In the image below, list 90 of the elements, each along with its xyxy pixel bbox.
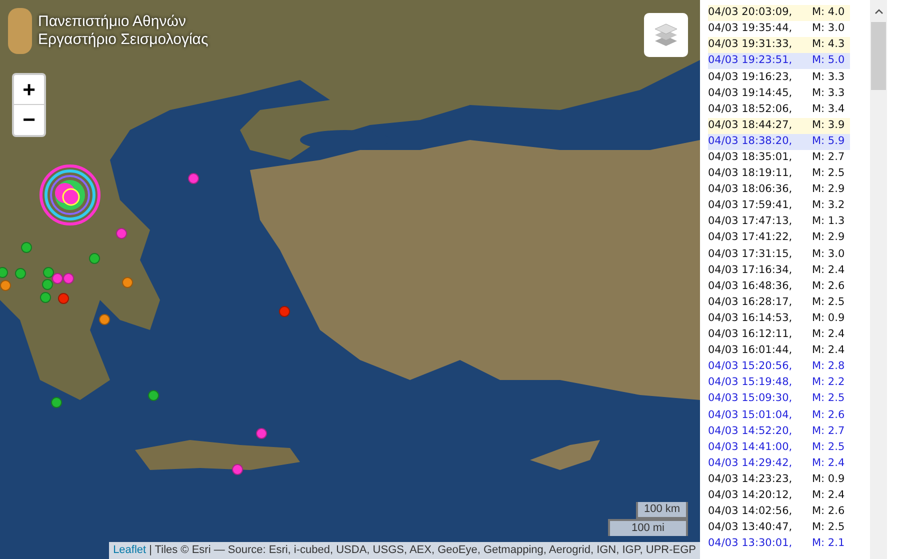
event-magnitude[interactable]: M: 2.4 <box>812 262 845 278</box>
attribution-text: | Tiles © Esri — Source: Esri, i-cubed, USDA, USGS, AEX, GeoEye, Getmapping, Aerogrid, IGN, IGP, UPR-EGP <box>149 543 696 558</box>
event-magnitude[interactable]: M: 2.6 <box>812 278 845 295</box>
event-time[interactable]: 04/03 18:44:27, <box>708 118 812 134</box>
earthquake-marker[interactable] <box>51 397 62 408</box>
event-time[interactable]: 04/03 15:09:30, <box>708 391 812 408</box>
layers-icon <box>653 22 679 48</box>
event-time[interactable]: 04/03 19:23:51, <box>708 53 812 70</box>
event-time[interactable]: 04/03 14:20:12, <box>708 488 812 504</box>
event-magnitude[interactable]: M: 2.6 <box>812 408 845 424</box>
event-time[interactable]: 04/03 16:48:36, <box>708 278 812 295</box>
earthquake-marker[interactable] <box>279 306 290 317</box>
event-time[interactable]: 04/03 14:02:56, <box>708 504 812 520</box>
event-time[interactable]: 04/03 16:12:11, <box>708 327 812 343</box>
scrollbar[interactable] <box>870 0 887 559</box>
event-time[interactable]: 04/03 15:01:04, <box>708 408 812 424</box>
event-time[interactable]: 04/03 19:16:23, <box>708 70 812 86</box>
event-magnitude[interactable]: M: 2.7 <box>812 424 845 440</box>
event-time[interactable]: 04/03 13:40:47, <box>708 520 812 536</box>
event-time[interactable]: 04/03 14:29:42, <box>708 456 812 472</box>
event-time[interactable]: 04/03 18:19:11, <box>708 166 812 182</box>
event-magnitude[interactable]: M: 3.0 <box>812 246 845 262</box>
event-magnitude[interactable]: M: 2.5 <box>812 520 845 536</box>
event-time[interactable]: 04/03 19:31:33, <box>708 37 812 54</box>
event-magnitude[interactable]: M: 2.4 <box>812 327 845 343</box>
event-magnitude[interactable]: M: 2.7 <box>812 150 845 166</box>
event-time[interactable]: 04/03 15:19:48, <box>708 375 812 392</box>
event-magnitude[interactable]: M: 2.5 <box>812 440 845 456</box>
event-magnitude[interactable]: M: 3.3 <box>812 70 845 86</box>
event-magnitude[interactable]: M: 2.5 <box>812 166 845 182</box>
event-time[interactable]: 04/03 13:30:01, <box>708 536 812 552</box>
scroll-up-icon[interactable] <box>874 8 882 14</box>
scrollbar-thumb[interactable] <box>871 22 886 90</box>
event-time[interactable]: 04/03 17:31:15, <box>708 246 812 262</box>
event-magnitude[interactable]: M: 2.8 <box>812 359 845 375</box>
event-magnitude[interactable]: M: 2.6 <box>812 504 845 520</box>
event-magnitude[interactable]: M: 2.2 <box>812 375 845 392</box>
event-magnitude[interactable]: M: 2.1 <box>812 536 845 552</box>
earthquake-marker[interactable] <box>99 314 110 325</box>
event-magnitude[interactable]: M: 3.9 <box>812 118 845 134</box>
event-time[interactable]: 04/03 18:06:36, <box>708 182 812 198</box>
earthquake-marker[interactable] <box>188 173 199 184</box>
event-magnitude[interactable]: M: 4.3 <box>812 37 845 54</box>
lab-name: Εργαστήριο Σεισμολογίας <box>38 31 208 49</box>
event-magnitude[interactable]: M: 2.4 <box>812 456 845 472</box>
event-magnitude[interactable]: M: 3.3 <box>812 86 845 102</box>
earthquake-marker[interactable] <box>232 464 243 475</box>
event-time[interactable]: 04/03 18:35:01, <box>708 150 812 166</box>
event-magnitude[interactable]: M: 5.0 <box>812 53 845 70</box>
event-time[interactable]: 04/03 14:52:20, <box>708 424 812 440</box>
event-magnitude[interactable]: M: 1.3 <box>812 214 845 230</box>
event-magnitude[interactable]: M: 2.5 <box>812 391 845 408</box>
event-time[interactable]: 04/03 19:14:45, <box>708 86 812 102</box>
earthquake-marker[interactable] <box>0 267 8 278</box>
earthquake-marker[interactable] <box>148 390 159 401</box>
event-magnitude[interactable]: M: 3.0 <box>812 21 845 38</box>
event-time[interactable]: 04/03 17:59:41, <box>708 198 812 214</box>
event-time[interactable]: 04/03 17:47:13, <box>708 214 812 230</box>
event-time[interactable]: 04/03 19:35:44, <box>708 21 812 38</box>
event-time[interactable]: 04/03 17:16:34, <box>708 262 812 278</box>
earthquake-marker[interactable] <box>256 428 267 439</box>
event-time[interactable]: 04/03 16:14:53, <box>708 310 812 327</box>
event-time[interactable]: 04/03 14:41:00, <box>708 440 812 456</box>
event-magnitude[interactable]: M: 2.9 <box>812 182 845 198</box>
earthquake-cluster-drawing <box>37 164 103 226</box>
event-magnitude[interactable]: M: 2.4 <box>812 343 845 359</box>
event-magnitude[interactable]: M: 5.9 <box>812 134 845 150</box>
event-time[interactable]: 04/03 15:20:56, <box>708 359 812 375</box>
event-magnitude[interactable]: M: 3.2 <box>812 198 845 214</box>
event-magnitude[interactable]: M: 3.4 <box>812 102 845 118</box>
event-magnitude[interactable]: M: 2.9 <box>812 230 845 246</box>
layers-button[interactable] <box>644 13 688 57</box>
zoom-in-button[interactable]: + <box>14 75 44 105</box>
event-magnitude[interactable]: M: 2.4 <box>812 488 845 504</box>
event-time[interactable]: 04/03 18:38:20, <box>708 134 812 150</box>
event-time[interactable]: 04/03 17:41:22, <box>708 230 812 246</box>
zoom-out-button[interactable]: − <box>14 105 44 135</box>
map-view[interactable]: Πανεπιστήμιο Αθηνών Εργαστήριο Σεισμολογίας + − 100 km 100 mi Leaflet | Tiles © Esri — Source: Esri, i-cubed, USDA, USGS, AEX, GeoEye, Getmapping, Aerogrid, IGN, IGP, UPR-EGP <box>0 0 700 559</box>
event-magnitude[interactable]: M: 0.9 <box>812 472 845 488</box>
university-name: Πανεπιστήμιο Αθηνών <box>38 13 187 31</box>
scale-bar-mi: 100 mi <box>608 519 688 536</box>
event-time[interactable]: 04/03 16:28:17, <box>708 294 812 311</box>
event-time[interactable]: 04/03 20:03:09, <box>708 5 812 21</box>
event-magnitude[interactable]: M: 4.0 <box>812 5 845 21</box>
scale-bar-km: 100 km <box>636 502 688 519</box>
event-time[interactable]: 04/03 16:01:44, <box>708 343 812 359</box>
event-magnitude[interactable]: M: 0.9 <box>812 310 845 327</box>
event-time[interactable]: 04/03 18:52:06, <box>708 102 812 118</box>
event-magnitude[interactable]: M: 2.5 <box>812 294 845 311</box>
event-time[interactable]: 04/03 14:23:23, <box>708 472 812 488</box>
